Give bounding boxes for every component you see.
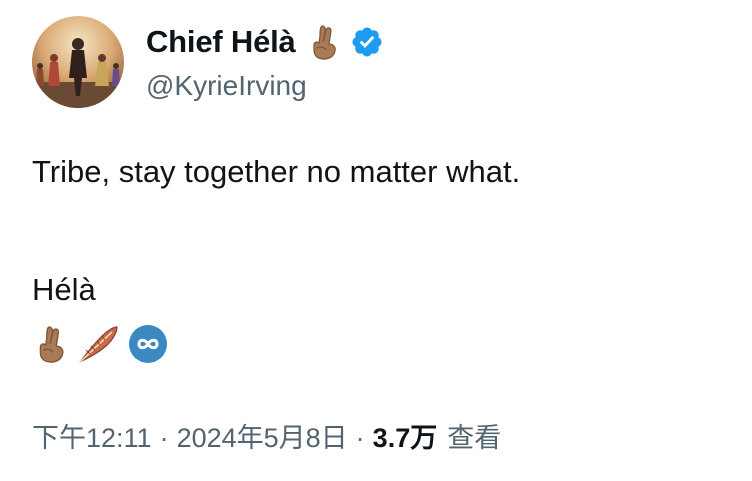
crossed-fingers-icon [308,24,340,60]
crossed-fingers-icon [34,324,68,364]
author-handle[interactable]: @KyrieIrving [146,70,384,102]
tweet-card: Chief Hélà @KyrieIrving Tribe, stay toge… [0,0,752,481]
tweet-time[interactable]: 下午12:11 [32,416,152,455]
avatar-image [32,16,124,108]
tweet-text-line-1: Tribe, stay together no matter what. [32,154,521,189]
tweet-meta: 下午12:11 · 2024年5月8日 · 3.7万 查看 [32,416,501,455]
avatar[interactable] [32,16,124,108]
author-names: Chief Hélà @KyrieIrving [146,22,384,102]
display-name-row: Chief Hélà [146,22,384,62]
tweet-header: Chief Hélà @KyrieIrving [32,16,384,108]
tweet-text-line-2: Hélà [32,272,96,307]
tweet-emoji-row [34,324,168,364]
tweet-date[interactable]: 2024年5月8日 [177,416,348,455]
verified-badge-icon[interactable] [350,25,384,59]
meta-separator: · [159,423,169,453]
meta-separator: · [355,423,365,453]
feather-icon [76,324,120,364]
infinity-icon [128,324,168,364]
views-label: 查看 [447,423,502,453]
display-name[interactable]: Chief Hélà [146,24,296,60]
views-count[interactable]: 3.7万 [373,416,438,455]
